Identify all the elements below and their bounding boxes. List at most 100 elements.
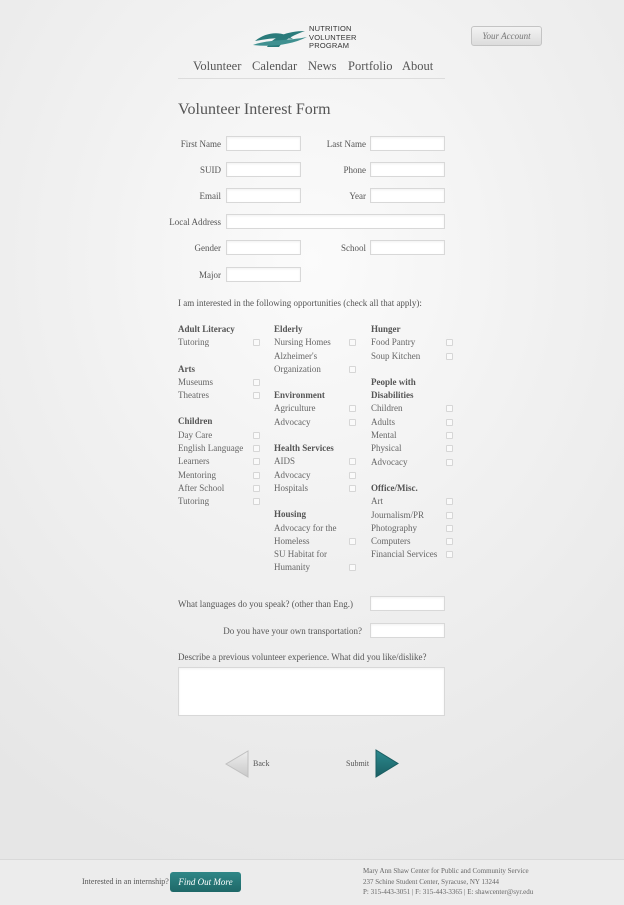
opportunity-checkbox[interactable]: [349, 564, 356, 572]
opportunity-label: Theatres: [178, 390, 209, 401]
opportunity-option: Food Pantry: [371, 336, 455, 349]
opportunity-checkbox[interactable]: [446, 524, 453, 532]
opportunity-label: Mental: [371, 430, 397, 441]
opportunity-label: Advocacy: [371, 456, 408, 467]
opportunity-option: Learners: [178, 455, 262, 468]
opportunity-label: Museums: [178, 376, 214, 387]
suid-label: SUID: [199, 165, 221, 175]
nav-news[interactable]: News: [308, 59, 336, 74]
opportunities-column-2: Elderly Nursing Homes Alzheimer's Organizat…: [274, 323, 358, 575]
category-heading: Elderly: [274, 324, 303, 334]
major-field[interactable]: [226, 267, 301, 282]
opportunity-checkbox[interactable]: [349, 458, 356, 466]
opportunity-checkbox[interactable]: [446, 511, 453, 519]
opportunity-checkbox[interactable]: [253, 498, 260, 506]
opportunity-option: Mental: [371, 429, 455, 442]
opportunity-checkbox[interactable]: [349, 537, 356, 545]
email-label: Email: [199, 191, 222, 201]
suid-field[interactable]: [226, 162, 301, 177]
opportunity-checkbox[interactable]: [349, 471, 356, 479]
your-account-button[interactable]: Your Account: [471, 26, 542, 46]
opportunity-checkbox[interactable]: [253, 431, 260, 439]
opportunity-checkbox[interactable]: [446, 418, 453, 426]
last-name-field[interactable]: [370, 136, 445, 151]
nav-calendar[interactable]: Calendar: [252, 59, 297, 74]
internship-question: Interested in an internship?: [82, 877, 169, 886]
nav-portfolio[interactable]: Portfolio: [348, 59, 392, 74]
opportunity-option: Advocacy for the Homeless: [274, 522, 358, 549]
opportunity-checkbox[interactable]: [253, 471, 260, 479]
category-heading: Housing: [274, 509, 307, 520]
opportunity-label: Advocacy: [274, 469, 311, 480]
school-field[interactable]: [370, 240, 445, 255]
submit-label[interactable]: Submit: [346, 759, 369, 768]
opportunity-checkbox[interactable]: [446, 405, 453, 413]
opportunities-column-3: Hunger Food Pantry Soup Kitchen People with…: [371, 323, 455, 562]
category-heading: Arts: [178, 363, 195, 374]
phone-field[interactable]: [370, 162, 445, 177]
opportunity-checkbox[interactable]: [446, 339, 453, 347]
year-label: Year: [349, 191, 366, 201]
opportunity-label: Mentoring: [178, 469, 216, 480]
opportunity-option: Computers: [371, 535, 455, 548]
opportunity-label: Learners: [178, 456, 210, 467]
nav-about[interactable]: About: [402, 59, 433, 74]
opportunity-checkbox[interactable]: [446, 352, 453, 360]
opportunity-checkbox[interactable]: [349, 365, 356, 373]
opportunity-checkbox[interactable]: [446, 551, 453, 559]
experience-textarea[interactable]: [178, 667, 445, 716]
nav-volunteer[interactable]: Volunteer: [193, 59, 241, 74]
first-name-field[interactable]: [226, 136, 301, 151]
opportunity-label: Soup Kitchen: [371, 350, 421, 361]
find-out-more-button[interactable]: Find Out More: [170, 872, 241, 892]
submit-arrow-icon[interactable]: [375, 749, 399, 778]
opportunity-checkbox[interactable]: [446, 432, 453, 440]
opportunity-checkbox[interactable]: [253, 445, 260, 453]
email-field[interactable]: [226, 188, 301, 203]
opportunity-checkbox[interactable]: [253, 458, 260, 466]
experience-question: Describe a previous volunteer experience…: [178, 652, 427, 662]
opportunity-label: Advocacy: [274, 416, 311, 427]
languages-field[interactable]: [370, 596, 445, 611]
opportunity-checkbox[interactable]: [446, 445, 453, 453]
opportunity-checkbox[interactable]: [349, 484, 356, 492]
opportunity-label: Agriculture: [274, 403, 316, 414]
opportunity-option: AIDS: [274, 455, 358, 468]
opportunity-checkbox[interactable]: [349, 339, 356, 347]
opportunity-label: Journalism/PR: [371, 509, 425, 520]
opportunity-checkbox[interactable]: [253, 392, 260, 400]
back-arrow-icon[interactable]: [225, 750, 249, 778]
opportunity-option: Advocacy: [274, 469, 358, 482]
transportation-question: Do you have your own transportation?: [223, 626, 362, 636]
opportunity-checkbox[interactable]: [446, 538, 453, 546]
logo-text: NUTRITION VOLUNTEER PROGRAM: [309, 24, 357, 50]
opportunity-option: Journalism/PR: [371, 509, 455, 522]
back-label[interactable]: Back: [253, 759, 269, 768]
last-name-label: Last Name: [326, 139, 366, 149]
opportunity-checkbox[interactable]: [253, 378, 260, 386]
opportunity-label: Tutoring: [178, 496, 210, 507]
category-heading: Hunger: [371, 324, 401, 334]
opportunity-label: English Language: [178, 443, 244, 454]
opportunity-checkbox[interactable]: [349, 405, 356, 413]
opportunity-checkbox[interactable]: [349, 418, 356, 426]
opportunity-checkbox[interactable]: [446, 498, 453, 506]
opportunity-checkbox[interactable]: [253, 339, 260, 347]
opportunity-checkbox[interactable]: [253, 484, 260, 492]
year-field[interactable]: [370, 188, 445, 203]
local-address-field[interactable]: [226, 214, 445, 229]
opportunity-label: Nursing Homes: [274, 337, 331, 348]
opportunities-intro: I am interested in the following opportu…: [178, 298, 422, 308]
opportunity-option: Soup Kitchen: [371, 350, 455, 363]
logo[interactable]: NUTRITION VOLUNTEER PROGRAM: [253, 24, 373, 53]
opportunity-option: Art: [371, 495, 455, 508]
gender-field[interactable]: [226, 240, 301, 255]
opportunity-checkbox[interactable]: [446, 458, 453, 466]
transportation-field[interactable]: [370, 623, 445, 638]
opportunity-label: Alzheimer's: [274, 350, 318, 361]
